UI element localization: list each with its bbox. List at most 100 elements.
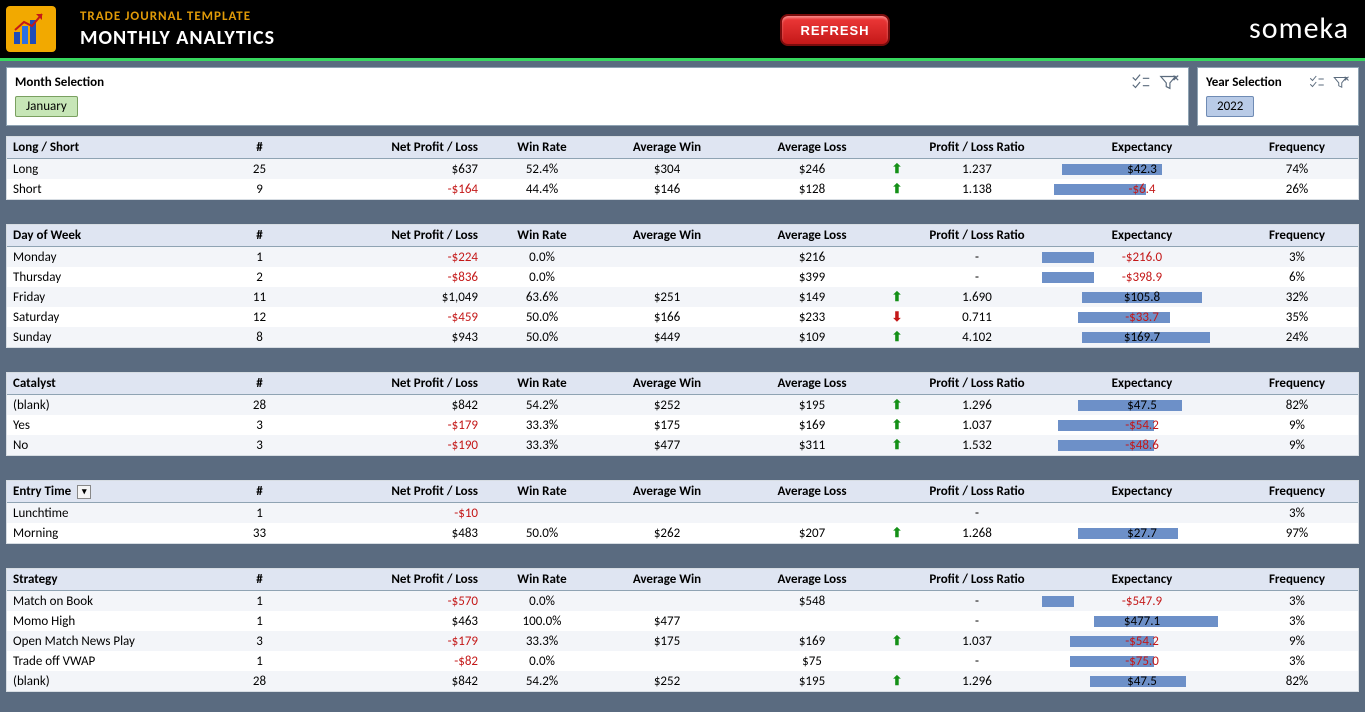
month-slicer[interactable]: Month Selection January [6, 67, 1189, 126]
cell-exp: $42.3 [1042, 162, 1242, 177]
cell-trend: ⬆ [882, 526, 912, 541]
table-row[interactable]: Thursday2-$8360.0%$399--$398.96% [7, 267, 1358, 287]
analytics-section: Strategy#Net Profit / LossWin RateAverag… [6, 568, 1359, 692]
cell-freq: 82% [1242, 674, 1352, 689]
table-row[interactable]: Yes3-$17933.3%$175$169⬆1.037-$54.29% [7, 415, 1358, 435]
cell-exp: -$216.0 [1042, 250, 1242, 265]
cell-aloss: $207 [742, 526, 882, 541]
col-pl: Profit / Loss Ratio [912, 228, 1042, 243]
cell-net: -$179 [297, 418, 492, 433]
cell-exp: -$398.9 [1042, 270, 1242, 285]
cell-net: -$570 [297, 594, 492, 609]
month-chip[interactable]: January [15, 96, 78, 117]
cell-exp: -$75.0 [1042, 654, 1242, 669]
col-category: Day of Week [7, 228, 222, 243]
year-chip[interactable]: 2022 [1206, 96, 1254, 117]
year-slicer[interactable]: Year Selection 2022 [1197, 67, 1359, 126]
cell-aloss: $216 [742, 250, 882, 265]
table-header: Catalyst#Net Profit / LossWin RateAverag… [7, 373, 1358, 395]
cell-count: 9 [222, 182, 297, 197]
dropdown-icon[interactable]: ▾ [77, 485, 91, 499]
cell-label: Morning [7, 526, 222, 541]
col-count: # [222, 228, 297, 243]
col-win: Win Rate [492, 140, 592, 155]
cell-win: 54.2% [492, 398, 592, 413]
table-row[interactable]: Lunchtime1-$10-3% [7, 503, 1358, 523]
cell-net: $842 [297, 398, 492, 413]
cell-net: -$836 [297, 270, 492, 285]
table-row[interactable]: Open Match News Play3-$17933.3%$175$169⬆… [7, 631, 1358, 651]
app-logo [6, 6, 56, 52]
cell-pl: 1.296 [912, 398, 1042, 413]
trend-up-icon: ⬆ [892, 674, 903, 689]
col-exp: Expectancy [1042, 376, 1242, 391]
table-row[interactable]: Long25$63752.4%$304$246⬆1.237$42.374% [7, 159, 1358, 179]
cell-label: Friday [7, 290, 222, 305]
cell-net: $1,049 [297, 290, 492, 305]
cell-win: 100.0% [492, 614, 592, 629]
cell-win: 0.0% [492, 594, 592, 609]
cell-net: -$164 [297, 182, 492, 197]
table-header: Strategy#Net Profit / LossWin RateAverag… [7, 569, 1358, 591]
table-row[interactable]: Monday1-$2240.0%$216--$216.03% [7, 247, 1358, 267]
col-win: Win Rate [492, 572, 592, 587]
month-slicer-label: Month Selection [15, 75, 104, 90]
cell-awin: $166 [592, 310, 742, 325]
cell-awin: $175 [592, 634, 742, 649]
cell-trend: ⬇ [882, 310, 912, 325]
brand-logo: someka [1249, 10, 1349, 47]
col-category: Catalyst [7, 376, 222, 391]
table-header: Entry Time▾#Net Profit / LossWin RateAve… [7, 481, 1358, 503]
trend-up-icon: ⬆ [892, 526, 903, 541]
cell-label: Match on Book [7, 594, 222, 609]
table-row[interactable]: (blank)28$84254.2%$252$195⬆1.296$47.582% [7, 671, 1358, 691]
refresh-button[interactable]: REFRESH [780, 14, 890, 46]
table-row[interactable]: Saturday12-$45950.0%$166$233⬇0.711-$33.7… [7, 307, 1358, 327]
clear-filter-icon[interactable] [1158, 73, 1180, 91]
cell-awin: $477 [592, 614, 742, 629]
table-row[interactable]: No3-$19033.3%$477$311⬆1.532-$48.69% [7, 435, 1358, 455]
cell-net: $842 [297, 674, 492, 689]
cell-freq: 3% [1242, 594, 1352, 609]
col-exp: Expectancy [1042, 484, 1242, 499]
table-row[interactable]: Momo High1$463100.0%$477-$477.13% [7, 611, 1358, 631]
cell-label: Long [7, 162, 222, 177]
trend-up-icon: ⬆ [892, 438, 903, 453]
cell-freq: 9% [1242, 438, 1352, 453]
cell-trend: ⬆ [882, 634, 912, 649]
multi-select-icon[interactable] [1130, 73, 1152, 91]
cell-pl: 0.711 [912, 310, 1042, 325]
table-row[interactable]: Morning33$48350.0%$262$207⬆1.268$27.797% [7, 523, 1358, 543]
cell-freq: 9% [1242, 418, 1352, 433]
cell-pl: - [912, 250, 1042, 265]
col-exp: Expectancy [1042, 228, 1242, 243]
cell-count: 1 [222, 654, 297, 669]
trend-up-icon: ⬆ [892, 162, 903, 177]
cell-label: Short [7, 182, 222, 197]
cell-exp: -$54.2 [1042, 634, 1242, 649]
cell-awin: $251 [592, 290, 742, 305]
trend-up-icon: ⬆ [892, 330, 903, 345]
cell-win: 50.0% [492, 330, 592, 345]
table-row[interactable]: Trade off VWAP1-$820.0%$75--$75.03% [7, 651, 1358, 671]
table-row[interactable]: Sunday8$94350.0%$449$109⬆4.102$169.724% [7, 327, 1358, 347]
cell-pl: 1.268 [912, 526, 1042, 541]
table-row[interactable]: (blank)28$84254.2%$252$195⬆1.296$47.582% [7, 395, 1358, 415]
cell-aloss: $128 [742, 182, 882, 197]
cell-win: 52.4% [492, 162, 592, 177]
cell-pl: 1.037 [912, 418, 1042, 433]
clear-filter-icon[interactable] [1332, 73, 1350, 91]
app-header: TRADE JOURNAL TEMPLATE MONTHLY ANALYTICS… [0, 0, 1365, 58]
multi-select-icon[interactable] [1308, 73, 1326, 91]
col-aloss: Average Loss [742, 376, 882, 391]
cell-pl: 1.237 [912, 162, 1042, 177]
cell-freq: 9% [1242, 634, 1352, 649]
cell-count: 1 [222, 506, 297, 521]
col-freq: Frequency [1242, 140, 1352, 155]
cell-trend: ⬆ [882, 438, 912, 453]
col-aloss: Average Loss [742, 140, 882, 155]
table-row[interactable]: Short9-$16444.4%$146$128⬆1.138-$6.426% [7, 179, 1358, 199]
col-freq: Frequency [1242, 376, 1352, 391]
table-row[interactable]: Friday11$1,04963.6%$251$149⬆1.690$105.83… [7, 287, 1358, 307]
table-row[interactable]: Match on Book1-$5700.0%$548--$547.93% [7, 591, 1358, 611]
